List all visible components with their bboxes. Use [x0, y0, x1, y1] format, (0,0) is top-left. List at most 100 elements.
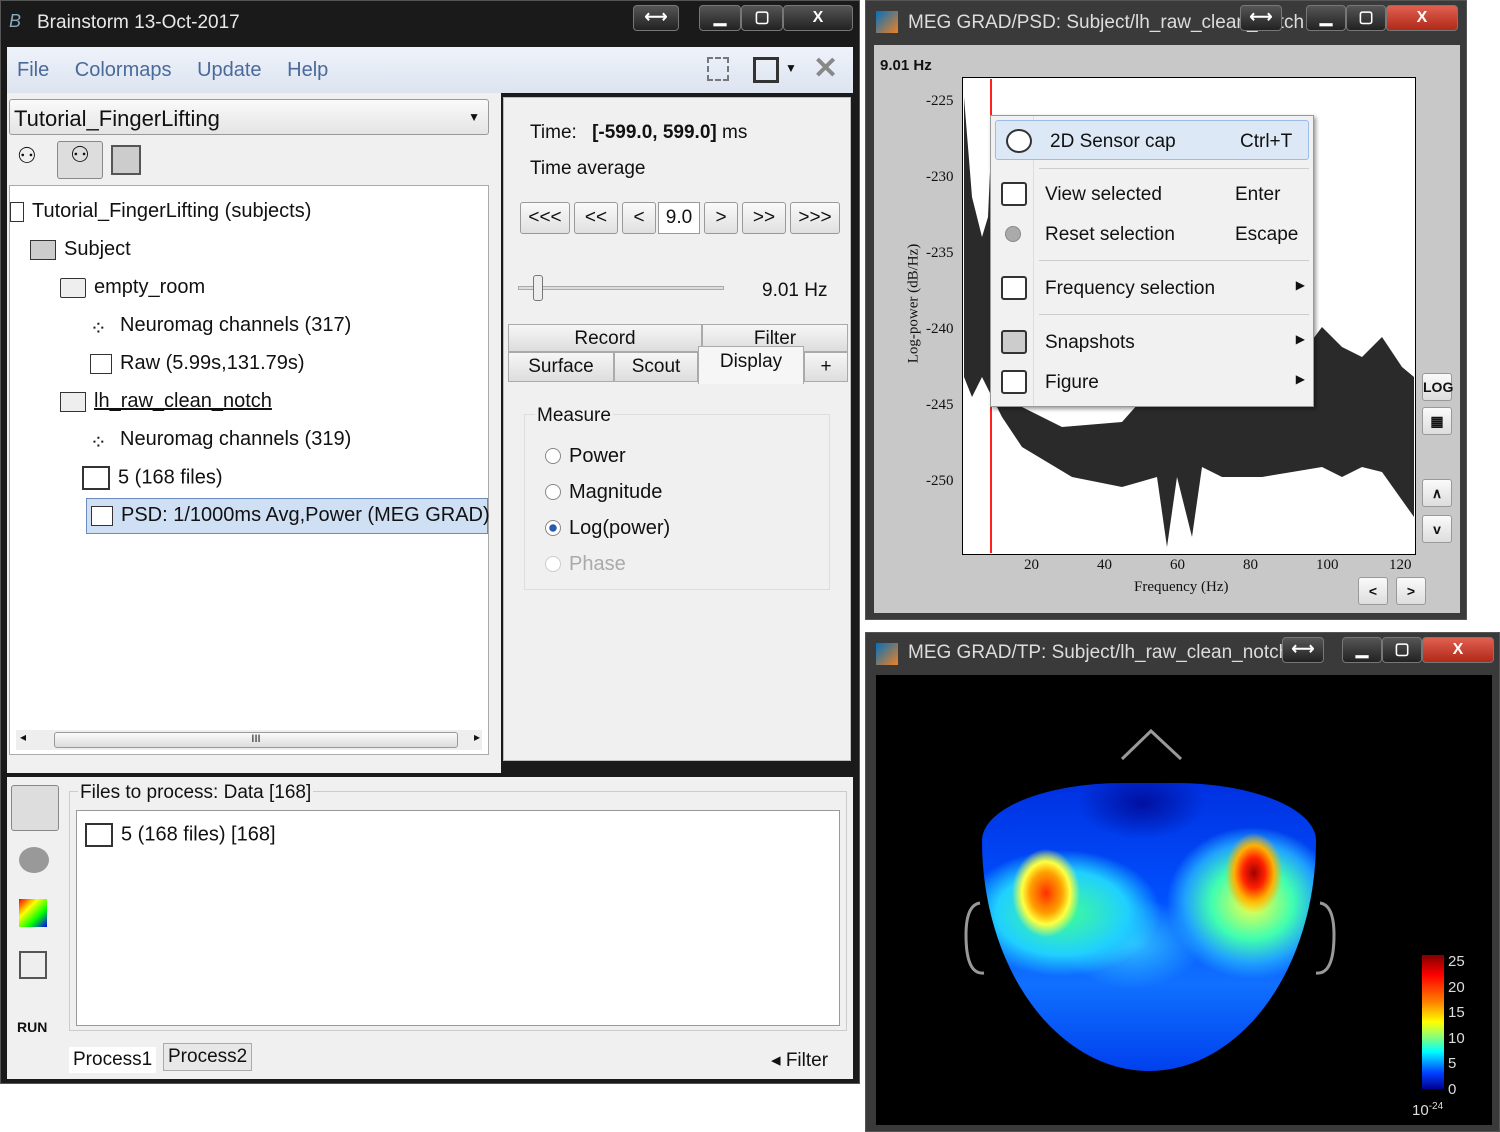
tab-process1[interactable]: Process1: [69, 1047, 157, 1073]
radio-log-power[interactable]: Log(power): [545, 517, 670, 540]
menu-item-snapshots[interactable]: Snapshots ▶: [991, 322, 1313, 362]
y-tick-label: -245: [926, 397, 954, 413]
chevron-down-icon[interactable]: ▼: [785, 61, 797, 75]
tree-node[interactable]: Subject: [30, 238, 131, 261]
tab-add[interactable]: +: [804, 352, 848, 382]
tree-node[interactable]: Tutorial_FingerLifting (subjects): [10, 200, 311, 223]
list-icon[interactable]: [707, 57, 729, 81]
prev-button[interactable]: <: [1358, 577, 1388, 605]
process-matrix-button[interactable]: [19, 951, 47, 979]
menu-help[interactable]: Help: [287, 59, 328, 81]
menu-item-view-selected[interactable]: View selected Enter: [991, 174, 1313, 214]
tree-node-selected[interactable]: PSD: 1/1000ms Avg,Power (MEG GRAD): [86, 498, 490, 534]
files-to-process-title: Files to process: Data [168]: [78, 782, 314, 804]
colorbar-tick-label: 5: [1448, 1055, 1457, 1072]
minimize-button[interactable]: ▁: [1306, 5, 1346, 31]
first-button[interactable]: <<<: [520, 202, 570, 234]
menu-file[interactable]: File: [17, 59, 49, 81]
protocol-dropdown[interactable]: Tutorial_FingerLifting ▼: [9, 99, 489, 135]
scale-up-button[interactable]: ∧: [1422, 479, 1452, 507]
x-tick-label: 40: [1097, 557, 1112, 573]
view-subjects-button[interactable]: ⚇: [17, 143, 51, 177]
close-icon[interactable]: ✕: [813, 51, 838, 86]
window-title: Brainstorm 13-Oct-2017: [37, 12, 240, 33]
window-title: MEG GRAD/TP: Subject/lh_raw_clean_notch: [908, 642, 1290, 663]
radio-power[interactable]: Power: [545, 445, 626, 468]
matlab-logo-icon: [876, 643, 898, 665]
tree-node[interactable]: empty_room: [60, 276, 205, 299]
view-studies-button[interactable]: ⚇: [57, 141, 103, 179]
forward-button[interactable]: >: [704, 202, 738, 234]
next-button[interactable]: >: [1396, 577, 1426, 605]
colorbar-exponent: 10-24: [1412, 1101, 1444, 1119]
database-tree: Tutorial_FingerLifting (subjects) Subjec…: [9, 185, 490, 755]
resize-button[interactable]: ⟷: [1282, 637, 1324, 663]
menu-item-figure[interactable]: Figure ▶: [991, 362, 1313, 402]
menu-item-frequency-selection[interactable]: Frequency selection ▶: [991, 268, 1313, 308]
fast-forward-button[interactable]: >>: [742, 202, 786, 234]
process-sources-button[interactable]: [19, 847, 49, 873]
menu-update[interactable]: Update: [197, 59, 262, 81]
tree-node[interactable]: ⁘ Neuromag channels (317): [90, 314, 351, 340]
scroll-thumb[interactable]: III: [54, 732, 458, 748]
run-button[interactable]: RUN: [17, 1019, 47, 1035]
view-conditions-button[interactable]: [111, 145, 141, 175]
log-button[interactable]: LOG: [1422, 373, 1453, 401]
tab-scout[interactable]: Scout: [614, 352, 698, 382]
close-button[interactable]: X: [1386, 5, 1458, 31]
slider-thumb[interactable]: [532, 275, 543, 301]
scroll-left-arrow[interactable]: ◂: [20, 730, 26, 744]
y-tick-label: -250: [926, 473, 954, 489]
frequency-slider[interactable]: [518, 275, 724, 301]
tree-node[interactable]: ⁘ Neuromag channels (319): [90, 428, 351, 454]
resize-button[interactable]: ⟷: [1240, 5, 1282, 31]
fast-back-button[interactable]: <<: [574, 202, 618, 234]
minimize-button[interactable]: ▁: [1342, 637, 1382, 663]
matlab-logo-icon: [876, 11, 898, 33]
last-button[interactable]: >>>: [790, 202, 840, 234]
radio-magnitude[interactable]: Magnitude: [545, 481, 662, 504]
topography-figure[interactable]: 25 20 15 10 5 0 10-24: [876, 675, 1492, 1125]
resize-button[interactable]: ⟷: [633, 5, 679, 31]
back-button[interactable]: <: [622, 202, 656, 234]
tree-node[interactable]: Raw (5.99s,131.79s): [90, 352, 305, 375]
tree-node[interactable]: lh_raw_clean_notch: [60, 390, 272, 413]
menu-item-2d-sensor-cap[interactable]: 2D Sensor cap Ctrl+T: [995, 120, 1309, 160]
measure-group: Measure Power Magnitude Log(power) Phase: [524, 405, 830, 590]
scroll-right-arrow[interactable]: ▸: [474, 730, 480, 744]
frequency-input[interactable]: 9.0: [658, 202, 700, 234]
grid-button[interactable]: ▦: [1422, 407, 1452, 435]
reset-icon: [1005, 226, 1021, 242]
tab-record[interactable]: Record: [508, 324, 702, 352]
y-tick-label: -235: [926, 245, 954, 261]
menu-colormaps[interactable]: Colormaps: [75, 59, 172, 81]
maximize-button[interactable]: ▢: [741, 5, 783, 31]
layout-icon[interactable]: [753, 57, 779, 83]
tab-surface[interactable]: Surface: [508, 352, 614, 382]
filter-button[interactable]: ◂ Filter: [771, 1049, 828, 1072]
figure-icon: [1001, 370, 1027, 394]
process-timefreq-button[interactable]: [19, 899, 47, 927]
menu-bar: File Colormaps Update Help ▼ ✕: [7, 47, 853, 93]
maximize-button[interactable]: ▢: [1346, 5, 1386, 31]
colorbar-tick-label: 25: [1448, 953, 1465, 970]
minimize-button[interactable]: ▁: [699, 5, 741, 31]
folder-icon: [60, 277, 86, 298]
y-tick-label: -240: [926, 321, 954, 337]
process-file-list[interactable]: 5 (168 files) [168]: [76, 810, 840, 1026]
process-data-button[interactable]: [11, 785, 59, 831]
files-to-process-group: Files to process: Data [168] 5 (168 file…: [69, 782, 847, 1031]
close-button[interactable]: X: [783, 5, 853, 31]
maximize-button[interactable]: ▢: [1382, 637, 1422, 663]
tab-display[interactable]: Display: [698, 346, 804, 384]
tree-node[interactable]: 5 (168 files): [82, 466, 223, 490]
tab-process2[interactable]: Process2: [163, 1043, 253, 1071]
horizontal-scrollbar[interactable]: ◂ III ▸: [16, 730, 482, 750]
close-button[interactable]: X: [1422, 637, 1494, 663]
menu-item-reset-selection[interactable]: Reset selection Escape: [991, 214, 1313, 254]
submenu-arrow-icon: ▶: [1295, 372, 1305, 386]
x-tick-label: 20: [1024, 557, 1039, 573]
list-item[interactable]: 5 (168 files) [168]: [85, 823, 276, 847]
submenu-arrow-icon: ▶: [1295, 332, 1305, 346]
scale-down-button[interactable]: v: [1422, 515, 1452, 543]
